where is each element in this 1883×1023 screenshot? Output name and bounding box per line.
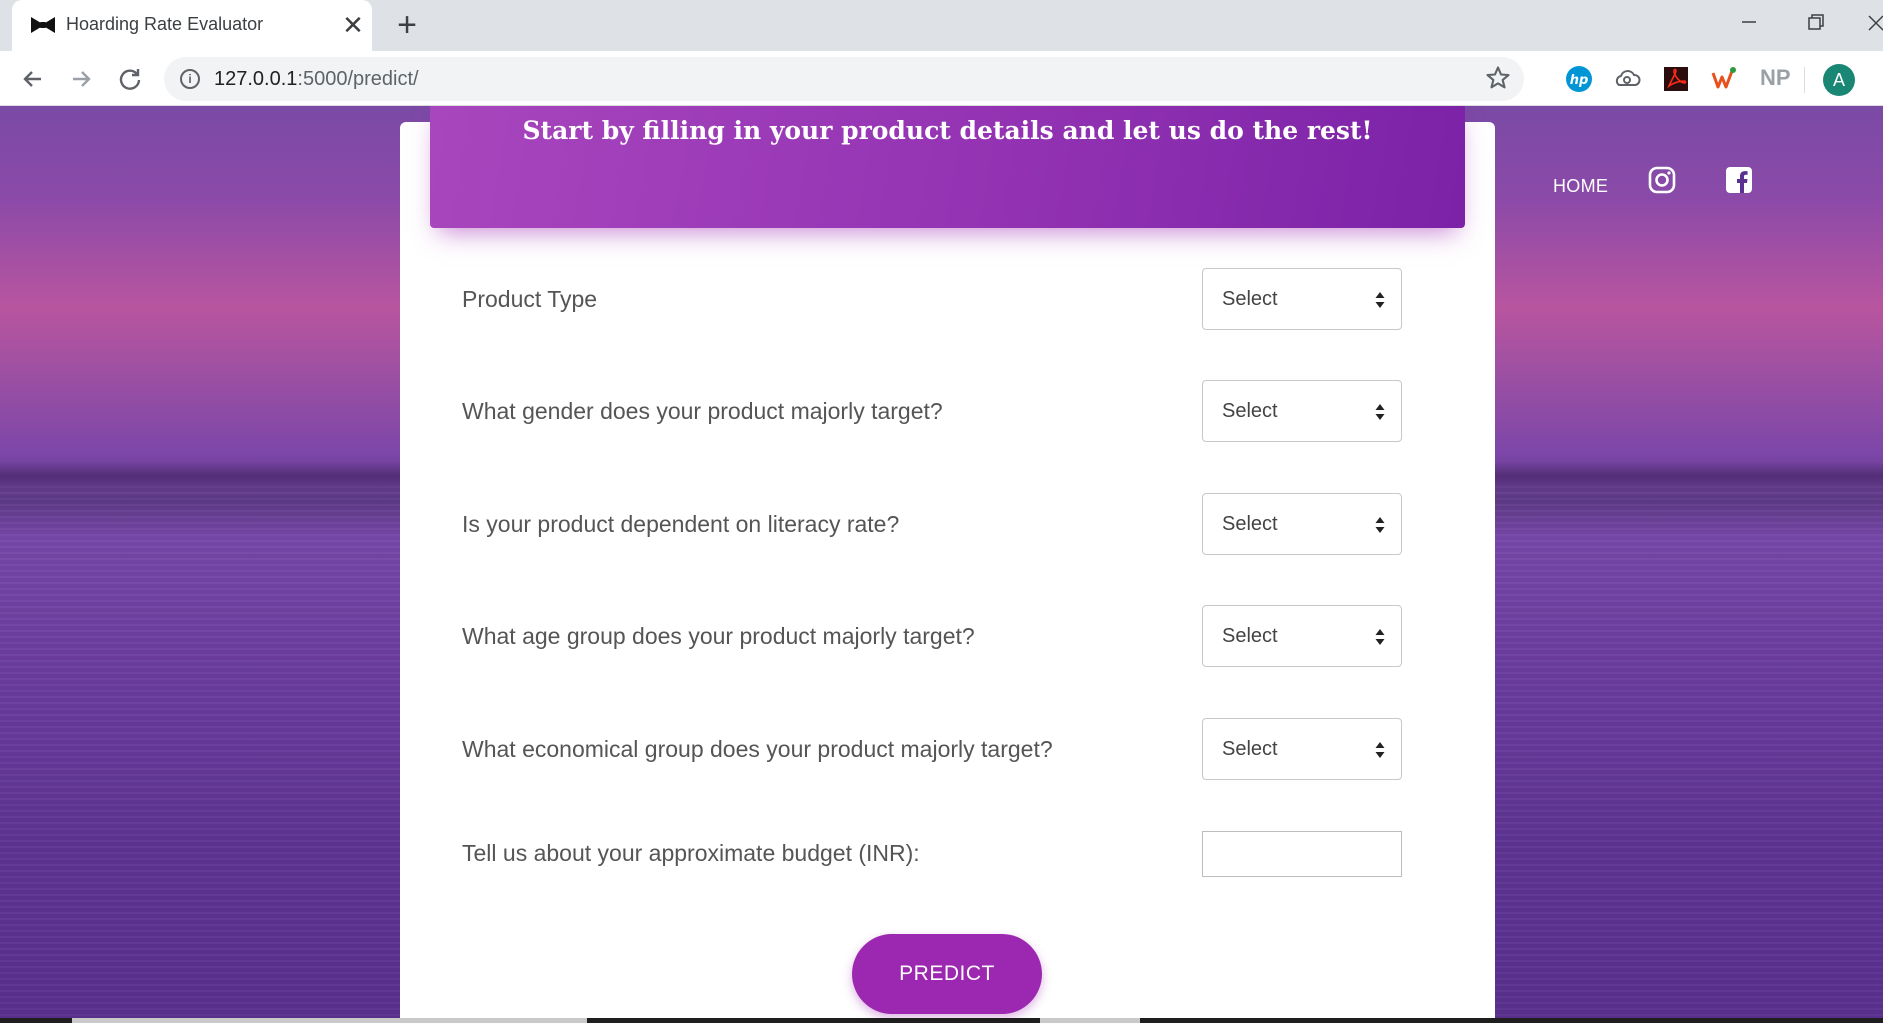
economic-group-select[interactable]: Select — [1202, 718, 1402, 780]
product-type-row: Product Type Select — [462, 268, 1403, 330]
acrobat-icon[interactable] — [1662, 65, 1690, 93]
predict-button[interactable]: PREDICT — [852, 934, 1042, 1014]
close-tab-icon[interactable]: ✕ — [338, 10, 368, 40]
select-value: Select — [1222, 738, 1278, 760]
facebook-icon[interactable] — [1725, 166, 1753, 194]
economic-group-label: What economical group does your product … — [462, 736, 1053, 762]
budget-label: Tell us about your approximate budget (I… — [462, 840, 920, 866]
reload-icon[interactable] — [112, 61, 148, 97]
sort-arrows-icon — [1375, 629, 1385, 645]
back-arrow-icon[interactable] — [15, 61, 51, 97]
tab-strip: Hoarding Rate Evaluator ✕ + — [0, 0, 1883, 51]
form-header-title: Start by filling in your product details… — [522, 116, 1373, 145]
product-type-label: Product Type — [462, 286, 598, 312]
sort-arrows-icon — [1375, 292, 1385, 308]
literacy-row: Is your product dependent on literacy ra… — [462, 493, 1403, 555]
form-card: Start by filling in your product details… — [400, 106, 1495, 1023]
select-value: Select — [1222, 625, 1278, 647]
budget-row: Tell us about your approximate budget (I… — [462, 822, 1403, 884]
info-icon[interactable]: i — [180, 69, 200, 89]
toolbar-separator — [1804, 67, 1805, 93]
instagram-icon[interactable] — [1648, 166, 1676, 194]
select-value: Select — [1222, 513, 1278, 535]
address-bar[interactable]: i 127.0.0.1:5000/predict/ — [164, 57, 1524, 101]
age-group-select[interactable]: Select — [1202, 605, 1402, 667]
tab-title: Hoarding Rate Evaluator — [66, 14, 264, 34]
nav-home-link[interactable]: HOME — [1553, 176, 1608, 197]
literacy-label: Is your product dependent on literacy ra… — [462, 511, 900, 537]
gender-label: What gender does your product majorly ta… — [462, 398, 943, 424]
gender-select[interactable]: Select — [1202, 380, 1402, 442]
browser-tab[interactable]: Hoarding Rate Evaluator ✕ — [12, 0, 372, 51]
budget-input[interactable] — [1202, 831, 1402, 877]
page-viewport: HOME Start by filling in your product de… — [0, 106, 1883, 1023]
sort-arrows-icon — [1375, 517, 1385, 533]
page-bottom-edge — [0, 1018, 1883, 1023]
product-type-select[interactable]: Select — [1202, 268, 1402, 330]
profile-avatar[interactable]: A — [1823, 64, 1855, 96]
star-icon[interactable] — [1484, 63, 1512, 93]
sort-arrows-icon — [1375, 742, 1385, 758]
sort-arrows-icon — [1375, 404, 1385, 420]
svg-text:hp: hp — [1570, 73, 1589, 88]
forward-arrow-icon[interactable] — [63, 61, 99, 97]
literacy-select[interactable]: Select — [1202, 493, 1402, 555]
age-group-row: What age group does your product majorly… — [462, 605, 1403, 667]
browser-toolbar: i 127.0.0.1:5000/predict/ hp NP A — [0, 51, 1883, 106]
gender-row: What gender does your product majorly ta… — [462, 380, 1403, 442]
np-extension-icon[interactable]: NP — [1760, 65, 1791, 91]
economic-group-row: What economical group does your product … — [462, 718, 1403, 780]
office-icon[interactable] — [1710, 65, 1738, 93]
age-group-label: What age group does your product majorly… — [462, 623, 975, 649]
restore-icon[interactable] — [1793, 8, 1837, 38]
select-value: Select — [1222, 288, 1278, 310]
bottom-edge-highlight — [72, 1018, 587, 1023]
cloud-icon[interactable] — [1613, 65, 1641, 93]
close-window-icon[interactable] — [1854, 8, 1883, 38]
form-header: Start by filling in your product details… — [430, 106, 1465, 228]
bottom-edge-highlight — [1040, 1018, 1140, 1023]
url-text[interactable]: 127.0.0.1:5000/predict/ — [214, 68, 419, 91]
minimize-icon[interactable] — [1726, 8, 1770, 38]
hp-icon[interactable]: hp — [1565, 65, 1593, 93]
bowtie-favicon-icon — [31, 17, 55, 33]
select-value: Select — [1222, 400, 1278, 422]
new-tab-icon[interactable]: + — [390, 8, 424, 42]
